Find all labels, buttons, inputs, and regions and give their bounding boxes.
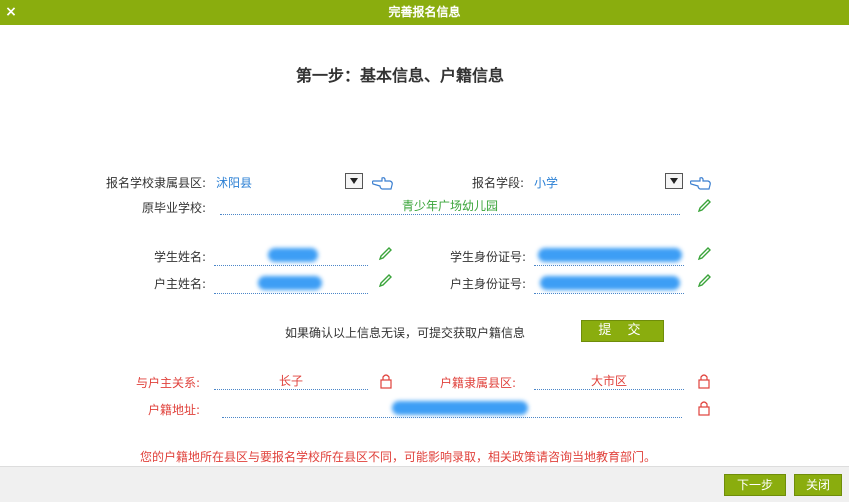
district-dropdown-arrow[interactable] [345, 173, 363, 189]
householder-name-label: 户主姓名: [153, 277, 206, 291]
district-label: 报名学校隶属县区: [105, 176, 206, 190]
redacted-blur [258, 276, 322, 290]
relation-label: 与户主关系: [135, 376, 200, 390]
segment-select-value[interactable]: 小学 [534, 174, 558, 191]
redacted-blur [392, 401, 528, 415]
redacted-blur [538, 248, 682, 262]
lock-icon [698, 374, 710, 389]
policy-notice: 您的户籍地所在县区与要报名学校所在县区不同，可能影响录取，相关政策请咨询当地教育… [140, 450, 657, 464]
grad-school-field[interactable]: 青少年广场幼儿园 [220, 197, 680, 215]
confirm-note: 如果确认以上信息无误，可提交获取户籍信息 [285, 326, 526, 340]
next-button[interactable]: 下一步 [724, 474, 786, 496]
close-icon[interactable]: × [4, 5, 18, 19]
pencil-icon[interactable] [696, 246, 712, 262]
close-button[interactable]: 关闭 [794, 474, 842, 496]
household-district-field: 大市区 [534, 372, 684, 390]
lock-icon [698, 401, 710, 416]
student-name-label: 学生姓名: [153, 250, 206, 264]
pencil-icon[interactable] [696, 198, 712, 214]
step-heading: 第一步：基本信息、户籍信息 [295, 66, 504, 85]
redacted-blur [540, 276, 680, 290]
pencil-icon[interactable] [377, 246, 393, 262]
grad-school-label: 原毕业学校: [141, 201, 206, 215]
pointing-hand-icon[interactable] [372, 175, 394, 191]
relation-field: 长子 [214, 372, 368, 390]
redacted-blur [268, 248, 318, 262]
submit-button[interactable]: 提 交 [581, 320, 664, 342]
student-id-label: 学生身份证号: [449, 250, 526, 264]
pencil-icon[interactable] [377, 273, 393, 289]
dialog-title: 完善报名信息 [388, 5, 461, 19]
segment-label: 报名学段: [471, 176, 524, 190]
segment-dropdown-arrow[interactable] [665, 173, 683, 189]
district-select-value[interactable]: 沭阳县 [216, 174, 252, 191]
dialog-titlebar: × 完善报名信息 [0, 0, 849, 25]
pointing-hand-icon[interactable] [690, 175, 712, 191]
householder-id-label: 户主身份证号: [449, 277, 526, 291]
pencil-icon[interactable] [696, 273, 712, 289]
address-label: 户籍地址: [147, 403, 200, 417]
lock-icon [380, 374, 392, 389]
household-district-label: 户籍隶属县区: [439, 376, 516, 390]
dialog-footer [0, 466, 849, 502]
